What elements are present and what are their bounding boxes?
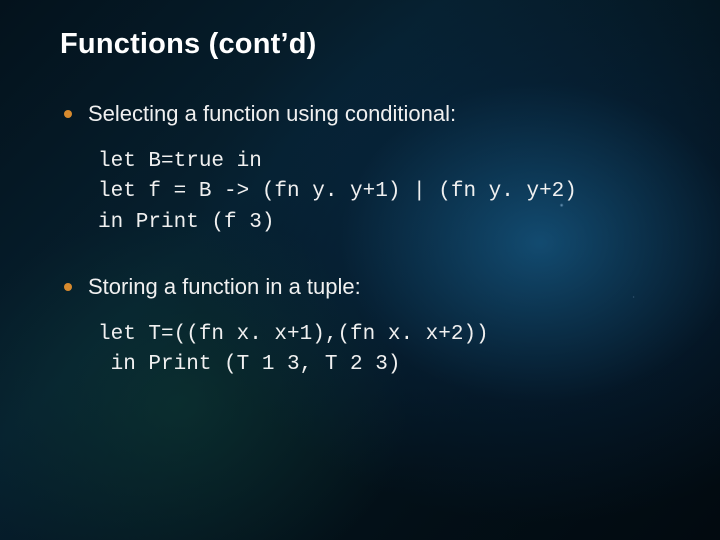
bullet-item: Storing a function in a tuple: [60,272,670,302]
bullet-item: Selecting a function using conditional: [60,99,670,129]
code-block: let T=((fn x. x+1),(fn x. x+2)) in Print… [98,320,670,381]
bullet-list: Storing a function in a tuple: [60,272,670,302]
bullet-text: Storing a function in a tuple: [88,274,361,299]
code-block: let B=true in let f = B -> (fn y. y+1) |… [98,147,670,238]
slide: Functions (cont’d) Selecting a function … [0,0,720,540]
bullet-list: Selecting a function using conditional: [60,99,670,129]
slide-title: Functions (cont’d) [60,28,670,61]
bullet-text: Selecting a function using conditional: [88,101,456,126]
